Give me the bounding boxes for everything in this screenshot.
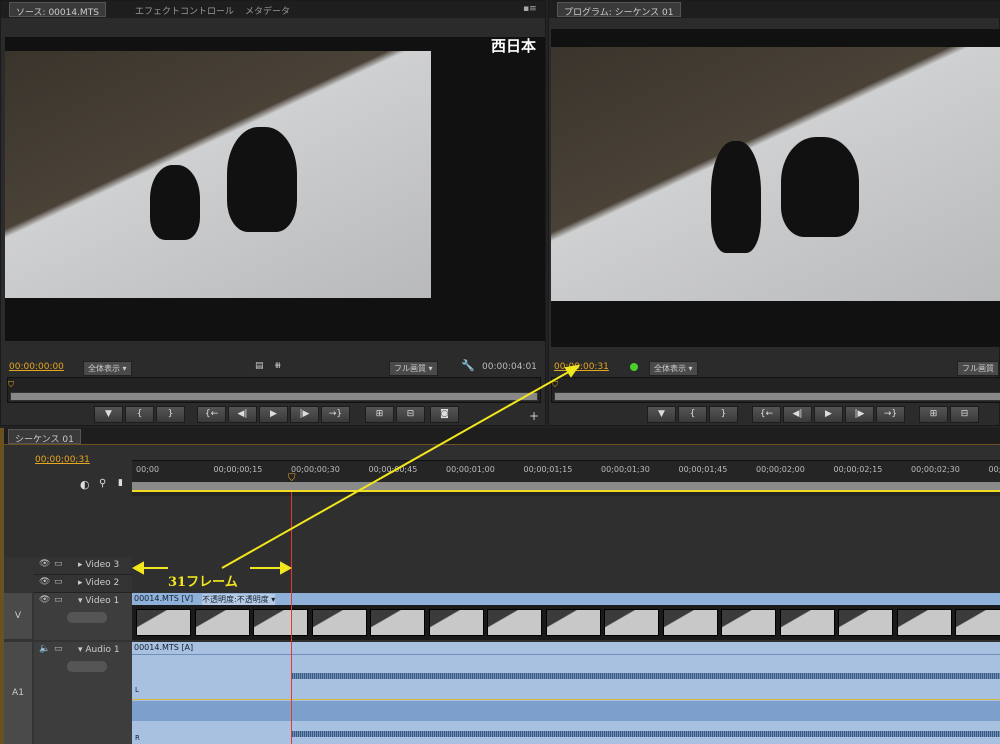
annotation-overlay [131, 364, 581, 575]
left-arrowhead [131, 561, 144, 575]
right-arrowhead [280, 561, 293, 575]
annotation-label: 31フレーム [168, 575, 238, 590]
annotation-arrowhead [564, 364, 581, 378]
annotation-pointer-line [221, 369, 573, 569]
